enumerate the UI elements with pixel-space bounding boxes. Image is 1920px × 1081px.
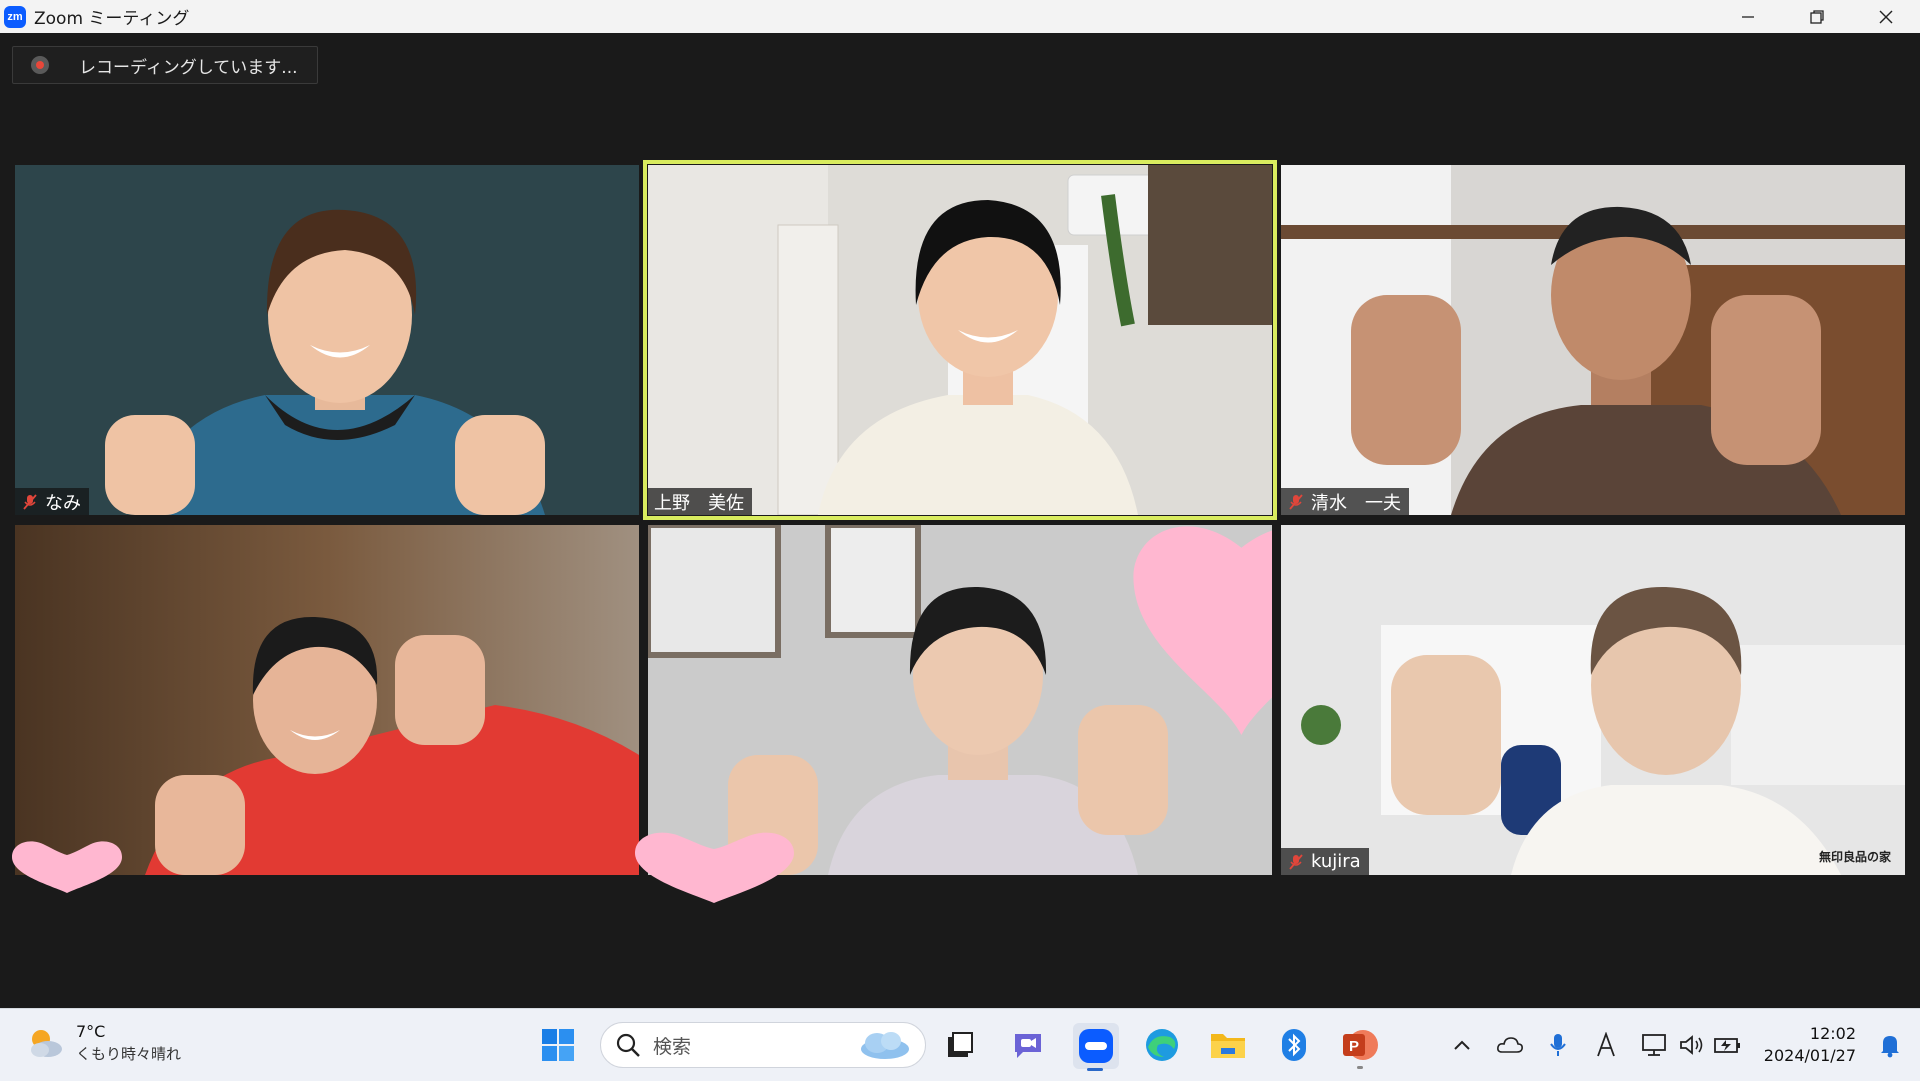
background-watermark: 無印良品の家 bbox=[1818, 850, 1891, 864]
participant-name: なみ bbox=[45, 492, 81, 514]
video-tile-6[interactable]: kujira 無印良品の家 bbox=[1281, 525, 1905, 875]
ime-mode-icon bbox=[1597, 1032, 1615, 1057]
windows-logo-icon bbox=[542, 1029, 574, 1061]
weather-widget[interactable]: 7°C くもり時々晴れ bbox=[26, 1021, 181, 1065]
battery-charging-icon bbox=[1714, 1038, 1740, 1053]
volume-tray-button[interactable] bbox=[1676, 1029, 1708, 1061]
participant-name: 清水 一夫 bbox=[1311, 492, 1401, 514]
muted-mic-icon bbox=[1289, 853, 1303, 870]
show-hidden-icons-button[interactable] bbox=[1446, 1029, 1478, 1061]
participant-name-tag: なみ bbox=[15, 488, 89, 515]
teams-chat-button[interactable] bbox=[1006, 1023, 1050, 1067]
search-icon bbox=[616, 1033, 640, 1057]
close-icon bbox=[1879, 10, 1892, 23]
video-tile-3[interactable]: 清水 一夫 bbox=[1281, 165, 1905, 515]
chevron-up-icon bbox=[1454, 1040, 1470, 1050]
window-title: Zoom ミーティング bbox=[34, 9, 190, 29]
video-tile-5[interactable] bbox=[648, 525, 1272, 875]
powerpoint-icon: P bbox=[1343, 1030, 1378, 1060]
weather-temperature: 7°C bbox=[76, 1022, 106, 1041]
participant-name-tag: 上野 美佐 bbox=[648, 488, 752, 515]
microphone-tray-button[interactable] bbox=[1542, 1029, 1574, 1061]
onedrive-tray-button[interactable] bbox=[1494, 1029, 1526, 1061]
battery-tray-button[interactable] bbox=[1712, 1029, 1744, 1061]
zoom-logo-icon: zm bbox=[4, 5, 26, 28]
onedrive-cloud-icon bbox=[1497, 1037, 1523, 1053]
muted-mic-icon bbox=[23, 493, 37, 510]
folder-icon bbox=[1211, 1034, 1245, 1058]
title-bar: zm Zoom ミーティング bbox=[0, 0, 1920, 33]
svg-text:P: P bbox=[1349, 1038, 1359, 1055]
video-tile-2[interactable]: 上野 美佐 bbox=[643, 160, 1277, 520]
network-tray-button[interactable] bbox=[1638, 1029, 1670, 1061]
running-app-indicator bbox=[1357, 1066, 1363, 1069]
participant-video bbox=[648, 525, 1272, 875]
heart-sticker-1 bbox=[12, 841, 122, 893]
minimize-button[interactable] bbox=[1713, 0, 1782, 33]
restore-icon bbox=[1809, 9, 1824, 24]
start-button[interactable] bbox=[536, 1023, 580, 1067]
recording-dot-icon bbox=[31, 56, 49, 74]
restore-button[interactable] bbox=[1782, 0, 1851, 33]
file-explorer-button[interactable] bbox=[1206, 1023, 1250, 1067]
muted-mic-icon bbox=[1289, 493, 1303, 510]
recording-label: レコーディングしています... bbox=[79, 57, 298, 78]
microphone-icon bbox=[1550, 1034, 1566, 1056]
participant-video bbox=[15, 525, 639, 875]
participant-name: 上野 美佐 bbox=[654, 492, 744, 514]
participant-video bbox=[648, 165, 1272, 515]
bluetooth-icon bbox=[1282, 1029, 1306, 1061]
windows-taskbar: 7°C くもり時々晴れ 検索 P 12:02 2024/01/27 bbox=[0, 1008, 1920, 1081]
task-view-icon bbox=[948, 1032, 973, 1057]
participant-name-tag: kujira bbox=[1281, 848, 1369, 875]
partly-cloudy-icon bbox=[31, 1030, 62, 1057]
zoom-taskbar-button[interactable] bbox=[1073, 1023, 1119, 1071]
participant-video bbox=[1281, 525, 1905, 875]
participant-video bbox=[15, 165, 639, 515]
cloud-icon bbox=[861, 1032, 909, 1059]
edge-button[interactable] bbox=[1140, 1023, 1184, 1067]
video-tile-1[interactable]: なみ bbox=[15, 165, 639, 515]
participant-video bbox=[1281, 165, 1905, 515]
recording-indicator[interactable]: レコーディングしています... bbox=[12, 46, 318, 84]
active-app-indicator bbox=[1087, 1068, 1103, 1071]
task-view-button[interactable] bbox=[938, 1023, 982, 1067]
heart-sticker-2 bbox=[635, 832, 794, 903]
participant-name: kujira bbox=[1311, 851, 1361, 872]
minimize-icon bbox=[1741, 15, 1754, 18]
edge-browser-icon bbox=[1146, 1029, 1178, 1061]
notifications-button[interactable] bbox=[1874, 1029, 1906, 1061]
network-icon bbox=[1642, 1034, 1666, 1056]
taskbar-clock[interactable]: 12:02 2024/01/27 bbox=[1764, 1023, 1856, 1067]
search-placeholder: 検索 bbox=[653, 1035, 692, 1058]
participant-name-tag: 清水 一夫 bbox=[1281, 488, 1409, 515]
taskbar-search-box[interactable]: 検索 bbox=[600, 1022, 926, 1068]
window-controls bbox=[1713, 0, 1920, 33]
weather-description: くもり時々晴れ bbox=[76, 1045, 182, 1063]
bell-icon bbox=[1881, 1036, 1899, 1058]
zoom-app-icon bbox=[1079, 1029, 1113, 1063]
clock-date: 2024/01/27 bbox=[1763, 1046, 1856, 1065]
close-button[interactable] bbox=[1851, 0, 1920, 33]
bluetooth-button[interactable] bbox=[1272, 1023, 1316, 1067]
input-method-tray-button[interactable] bbox=[1590, 1029, 1622, 1061]
video-tile-4[interactable] bbox=[15, 525, 639, 875]
speaker-volume-icon bbox=[1680, 1035, 1703, 1055]
powerpoint-button[interactable]: P bbox=[1338, 1023, 1382, 1069]
chat-icon bbox=[1015, 1034, 1041, 1058]
clock-time: 12:02 bbox=[1809, 1024, 1856, 1043]
